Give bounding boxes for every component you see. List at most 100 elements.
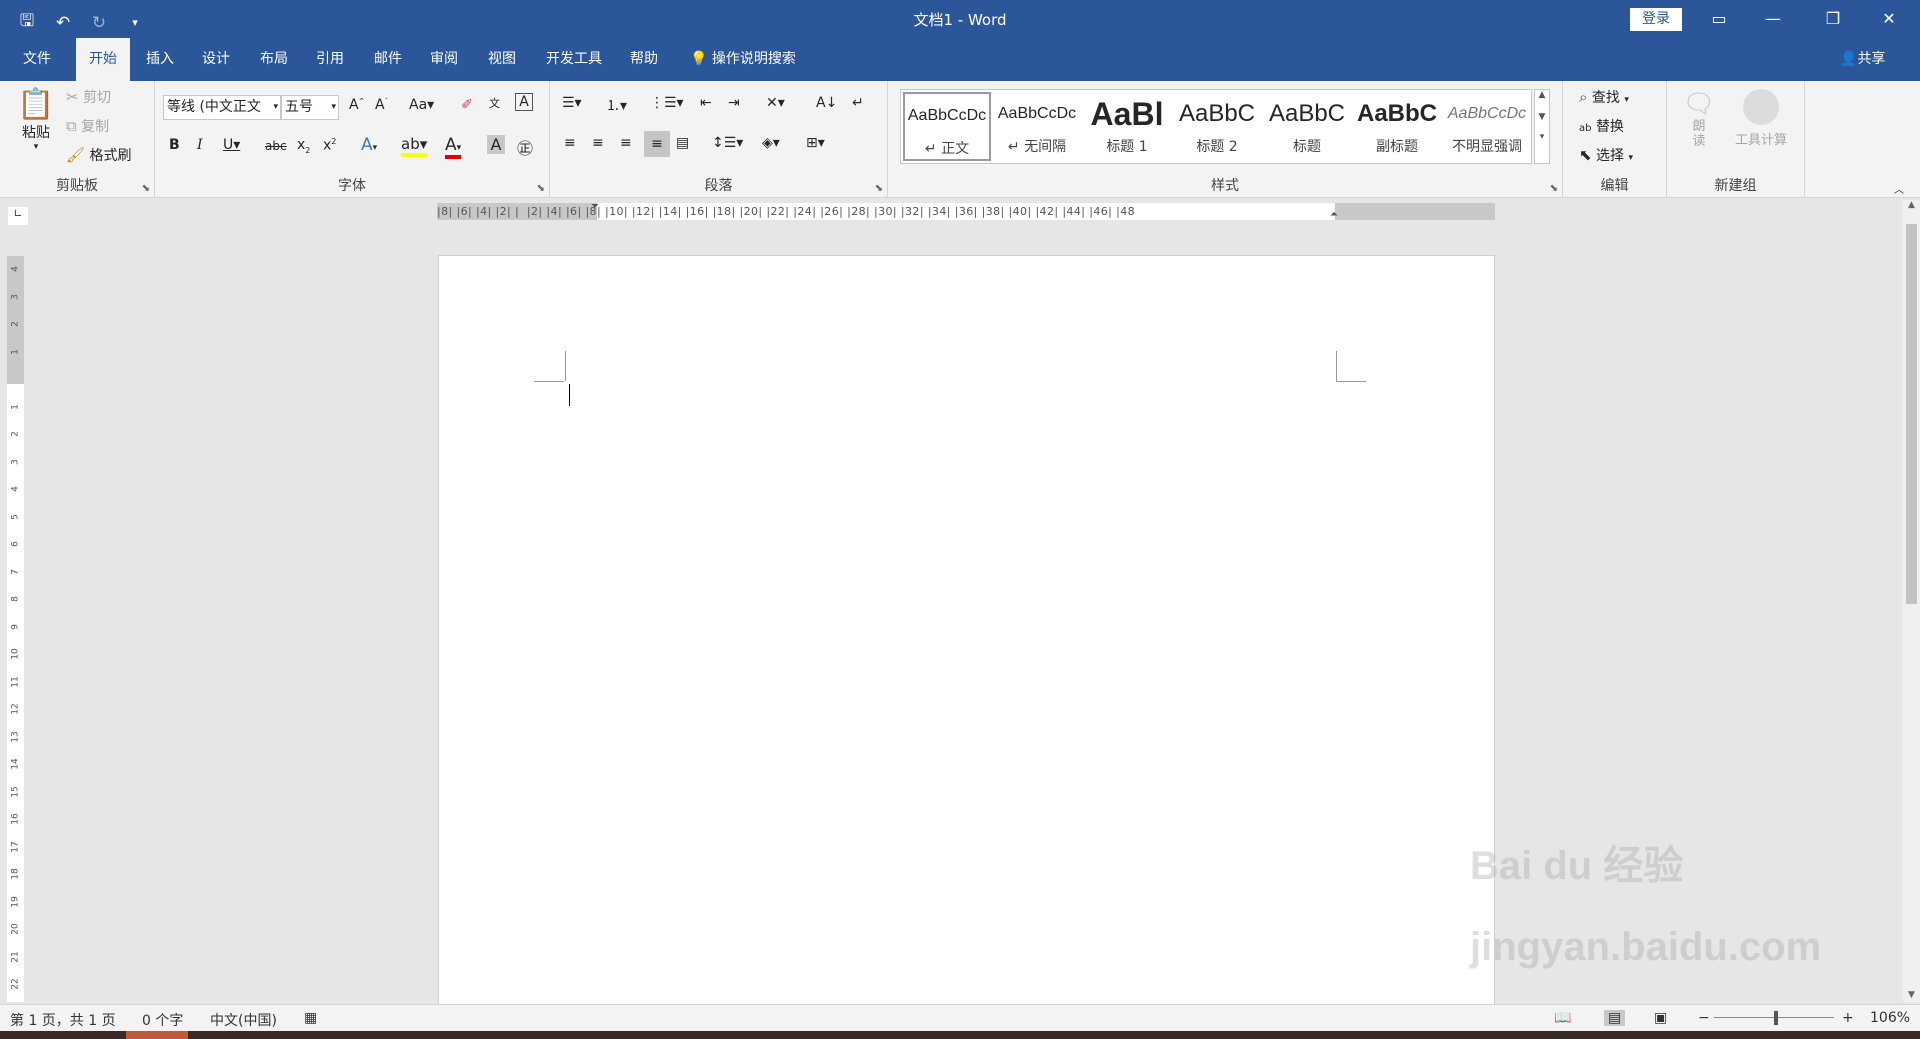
zoom-out-icon[interactable]: − [1698,1010,1710,1026]
share-button[interactable]: 👤共享 [1840,38,1885,81]
tell-me-search[interactable]: 💡 操作说明搜索 [690,38,796,81]
borders-icon[interactable]: ⊞▾ [806,135,825,151]
dialog-launcher-icon[interactable]: ⬊ [875,183,883,194]
read-aloud-button[interactable]: 🗨 朗读 [1681,89,1717,149]
login-button[interactable]: 登录 [1630,8,1682,31]
line-spacing-icon[interactable]: ↕☰▾ [712,135,743,151]
copy-button[interactable]: ⧉ 复制 [66,116,109,136]
dialog-launcher-icon[interactable]: ⬊ [537,183,545,194]
character-border-icon[interactable]: A [515,93,533,111]
style-normal[interactable]: AaBbCcDc ↵ 正文 [903,92,991,161]
font-size-combo[interactable]: 五号 ▾ [281,95,339,120]
dialog-launcher-icon[interactable]: ⬊ [142,183,150,194]
language[interactable]: 中文(中国) [210,1010,277,1030]
style-subtitle[interactable]: AaBbC 副标题 [1353,92,1441,161]
show-marks-icon[interactable]: ↵ [852,95,864,111]
align-left-icon[interactable]: ≡ [564,135,576,151]
zoom-level[interactable]: 106% [1870,1010,1910,1026]
taskbar-active-item[interactable] [126,1031,188,1039]
document-page[interactable] [438,255,1495,1005]
scroll-down-icon[interactable]: ▼ [1903,990,1920,1000]
styles-gallery-scroll[interactable]: ▲ ▼ ▾ [1534,89,1550,164]
horizontal-ruler[interactable]: |8| |6| |4| |2| | |2| |4| |6| |8| |10| |… [437,203,1495,220]
collapse-ribbon-icon[interactable]: ︿ [1894,181,1904,196]
superscript-icon[interactable]: x2 [323,137,336,154]
shading-icon[interactable]: ◈▾ [762,135,780,151]
read-mode-icon[interactable]: 📖 [1554,1010,1571,1026]
web-layout-icon[interactable]: ▣ [1654,1010,1667,1026]
tab-references[interactable]: 引用 [308,38,352,81]
vertical-scrollbar[interactable]: ▲ ▼ [1903,200,1920,1002]
zoom-in-icon[interactable]: + [1842,1010,1854,1026]
justify-icon[interactable]: ≡ [644,131,670,157]
more-styles-icon[interactable]: ▾ [1535,132,1549,142]
minimize-icon[interactable]: — [1750,0,1796,38]
replace-button[interactable]: ab 替换 [1579,116,1624,136]
clear-formatting-icon[interactable]: ✐ [461,97,473,113]
tab-design[interactable]: 设计 [194,38,238,81]
grow-font-icon[interactable]: A^ [349,97,364,113]
text-effects-icon[interactable]: A▾ [361,135,377,155]
chevron-down-icon[interactable]: ▼ [1535,112,1549,122]
font-name-combo[interactable]: 等线 (中文正文 ▾ [163,95,281,120]
distributed-icon[interactable]: ▤ [676,135,689,151]
style-heading-1[interactable]: AaBl 标题 1 [1083,92,1171,161]
tab-layout[interactable]: 布局 [252,38,296,81]
indent-marker-icon[interactable]: ⏷ [591,203,599,212]
align-center-icon[interactable]: ≡ [592,135,604,151]
scroll-up-icon[interactable]: ▲ [1903,200,1920,210]
tab-mailings[interactable]: 邮件 [366,38,410,81]
change-case-icon[interactable]: Aa▾ [409,97,434,113]
bold-icon[interactable]: B [169,137,180,153]
subscript-icon[interactable]: x2 [297,137,310,155]
character-shading-icon[interactable]: A [487,135,505,154]
tab-help[interactable]: 帮助 [622,38,666,81]
bullets-icon[interactable]: ☰▾ [562,95,582,111]
page-count[interactable]: 第 1 页，共 1 页 [10,1010,116,1030]
close-icon[interactable]: ✕ [1866,0,1912,38]
style-title[interactable]: AaBbC 标题 [1263,92,1351,161]
tab-home[interactable]: 开始 [76,38,130,81]
tab-developer[interactable]: 开发工具 [538,38,610,81]
tab-insert[interactable]: 插入 [138,38,182,81]
sort-icon[interactable]: A↓ [816,95,837,111]
style-heading-2[interactable]: AaBbC 标题 2 [1173,92,1261,161]
chinese-layout-icon[interactable]: ✕▾ [766,95,785,111]
font-color-icon[interactable]: A▾ [445,135,462,159]
print-layout-icon[interactable]: ▤ [1604,1010,1626,1026]
italic-icon[interactable]: I [197,137,203,153]
tab-file[interactable]: 文件 [14,38,60,81]
zoom-slider-thumb[interactable] [1774,1011,1778,1025]
tab-view[interactable]: 视图 [480,38,524,81]
paste-button[interactable]: 📋 粘贴 ▾ [14,87,58,152]
style-subtle-emphasis[interactable]: AaBbCcDc 不明显强调 [1443,92,1531,161]
underline-icon[interactable]: U▾ [223,137,240,153]
numbering-icon[interactable]: ⒈▾ [606,95,627,115]
macro-icon[interactable]: ▦ [304,1010,317,1026]
select-button[interactable]: ⬉ 选择 ▾ [1579,145,1633,165]
restore-icon[interactable]: ❐ [1810,0,1856,38]
enclose-characters-icon[interactable]: ㊣ [517,135,533,159]
phonetic-guide-icon[interactable]: 文 [489,95,500,111]
vertical-ruler[interactable]: 4 3 2 1 1 2 3 4 5 6 7 8 9 10 11 12 13 14 15 16 17 18 19 20 21 22 [7,256,24,1002]
tab-review[interactable]: 审阅 [422,38,466,81]
shrink-font-icon[interactable]: Aˇ [375,97,388,113]
chevron-up-icon[interactable]: ▲ [1535,90,1549,100]
word-count[interactable]: 0 个字 [142,1010,183,1030]
tool-calc-button[interactable]: 工具计算 [1729,89,1793,148]
multilevel-list-icon[interactable]: ⋮☰▾ [650,95,684,111]
style-no-spacing[interactable]: AaBbCcDc ↵ 无间隔 [993,92,1081,161]
increase-indent-icon[interactable]: ⇥ [728,95,740,111]
cut-button[interactable]: ✂ 剪切 [66,87,111,107]
highlight-icon[interactable]: ab▾ [401,135,428,157]
find-button[interactable]: ⌕ 查找 ▾ [1579,87,1629,107]
format-painter-button[interactable]: 🖌 格式刷 [66,145,132,165]
ribbon-display-options-icon[interactable]: ▭ [1696,0,1742,38]
align-right-icon[interactable]: ≡ [620,135,632,151]
tab-selector[interactable]: ∟ [8,207,28,225]
right-indent-marker-icon[interactable]: ⏶ [1330,209,1338,220]
dialog-launcher-icon[interactable]: ⬊ [1550,183,1558,194]
scroll-thumb[interactable] [1906,224,1917,604]
decrease-indent-icon[interactable]: ⇤ [700,95,712,111]
strikethrough-icon[interactable]: abc [265,139,287,153]
